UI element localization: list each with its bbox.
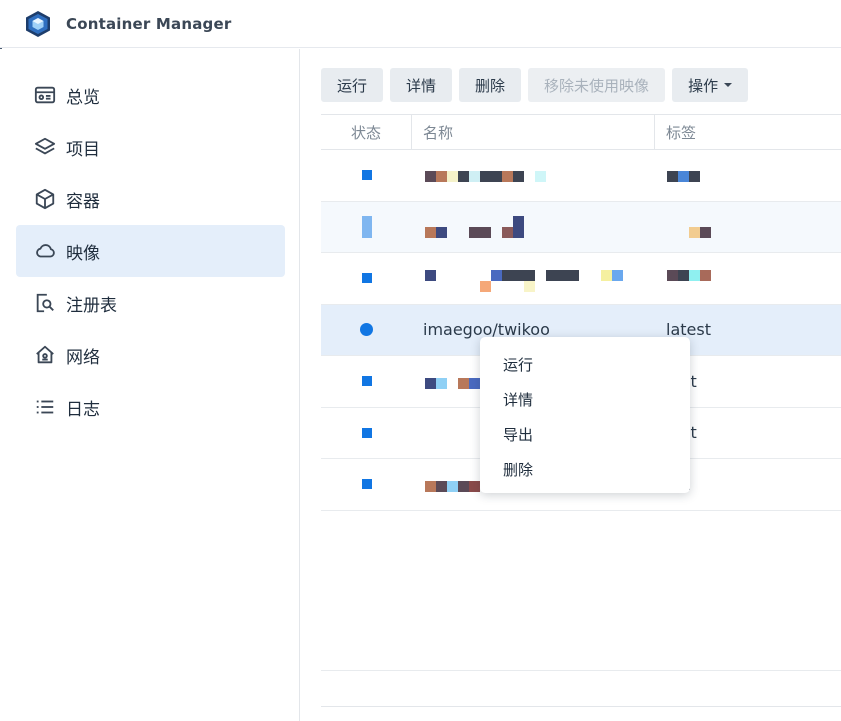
- status-indicator: [321, 305, 412, 356]
- column-header-status[interactable]: 状态: [321, 115, 412, 150]
- status-indicator: [321, 202, 412, 253]
- registry-search-icon: [33, 291, 57, 315]
- toolbar: 运行 详情 删除 移除未使用映像 操作: [321, 68, 749, 102]
- sidebar-item-label: 网络: [66, 347, 100, 368]
- sidebar-item-registry[interactable]: 注册表: [16, 277, 285, 329]
- network-home-icon: [33, 343, 57, 367]
- sidebar-item-overview[interactable]: 总览: [16, 69, 285, 121]
- sidebar-item-container[interactable]: 容器: [16, 173, 285, 225]
- menu-item-delete[interactable]: 删除: [480, 452, 690, 487]
- sidebar-item-log[interactable]: 日志: [16, 381, 285, 433]
- app-title: Container Manager: [66, 14, 232, 33]
- grid-divider: [321, 706, 841, 707]
- sidebar-item-label: 总览: [66, 87, 100, 108]
- status-indicator: [321, 459, 412, 510]
- actions-label: 操作: [688, 76, 719, 95]
- cube-icon: [33, 187, 57, 211]
- grid-header: 状态 名称 标签: [321, 114, 841, 150]
- sidebar: 总览 项目 容器 映像 注册表 网络 日志: [0, 49, 300, 721]
- delete-button[interactable]: 删除: [459, 68, 522, 102]
- column-header-name[interactable]: 名称: [412, 115, 655, 150]
- details-button[interactable]: 详情: [390, 68, 453, 102]
- remove-unused-images-button[interactable]: 移除未使用映像: [528, 68, 666, 102]
- sidebar-item-label: 注册表: [66, 295, 117, 316]
- status-indicator: [321, 253, 412, 304]
- caret-down-icon: [724, 83, 733, 87]
- run-button[interactable]: 运行: [321, 68, 384, 102]
- sidebar-item-label: 容器: [66, 191, 100, 212]
- sidebar-item-label: 项目: [66, 139, 100, 160]
- overview-icon: [33, 83, 57, 107]
- list-icon: [33, 395, 57, 419]
- menu-item-details[interactable]: 详情: [480, 382, 690, 417]
- table-row[interactable]: [321, 201, 841, 253]
- menu-item-run[interactable]: 运行: [480, 347, 690, 382]
- status-indicator: [321, 356, 412, 407]
- status-indicator: [321, 150, 412, 201]
- sidebar-item-network[interactable]: 网络: [16, 329, 285, 381]
- column-header-tag[interactable]: 标签: [655, 115, 696, 150]
- sidebar-item-label: 映像: [66, 243, 100, 264]
- sidebar-item-image[interactable]: 映像: [16, 225, 285, 277]
- sidebar-item-label: 日志: [66, 399, 100, 420]
- title-bar: Container Manager: [0, 0, 841, 48]
- layers-icon: [33, 135, 57, 159]
- grid-divider: [321, 670, 841, 671]
- container-manager-logo-icon: [26, 10, 50, 37]
- table-row[interactable]: [321, 253, 841, 305]
- context-menu: 运行 详情 导出 删除: [480, 337, 690, 493]
- status-indicator: [321, 408, 412, 459]
- cloud-icon: [33, 239, 57, 263]
- sidebar-item-project[interactable]: 项目: [16, 121, 285, 173]
- actions-dropdown-button[interactable]: 操作: [672, 68, 749, 102]
- menu-item-export[interactable]: 导出: [480, 417, 690, 452]
- table-row[interactable]: [321, 150, 841, 202]
